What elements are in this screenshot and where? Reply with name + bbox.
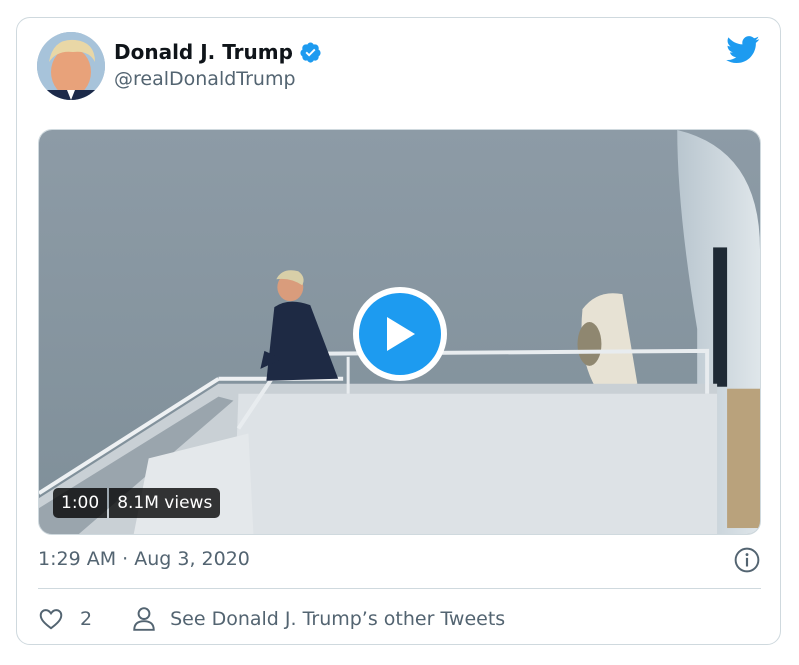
display-name[interactable]: Donald J. Trump <box>114 40 293 64</box>
other-tweets-label: See Donald J. Trump’s other Tweets <box>170 608 506 630</box>
like-count: 2 <box>80 608 93 630</box>
heart-icon <box>39 609 63 630</box>
video-duration: 1:00 <box>53 488 108 518</box>
video-player[interactable]: 1:00 8.1M views <box>38 129 761 535</box>
play-button[interactable] <box>353 287 447 381</box>
avatar[interactable] <box>37 32 105 100</box>
avatar-image <box>37 32 105 100</box>
tweet-card: Donald J. Trump @realDonaldTrump 1:00 8.… <box>16 17 781 645</box>
view-count: 8.1M views <box>109 488 221 518</box>
play-icon <box>387 317 415 351</box>
divider <box>38 588 761 589</box>
verified-badge-icon <box>300 41 321 63</box>
tweet-timestamp[interactable]: 1:29 AM · Aug 3, 2020 <box>38 548 250 570</box>
twitter-bird-icon[interactable] <box>726 36 760 64</box>
like-button[interactable]: 2 <box>38 606 92 632</box>
info-icon[interactable] <box>734 547 760 573</box>
person-icon <box>133 607 155 631</box>
other-tweets-link[interactable]: See Donald J. Trump’s other Tweets <box>132 606 505 632</box>
user-handle[interactable]: @realDonaldTrump <box>114 68 296 90</box>
